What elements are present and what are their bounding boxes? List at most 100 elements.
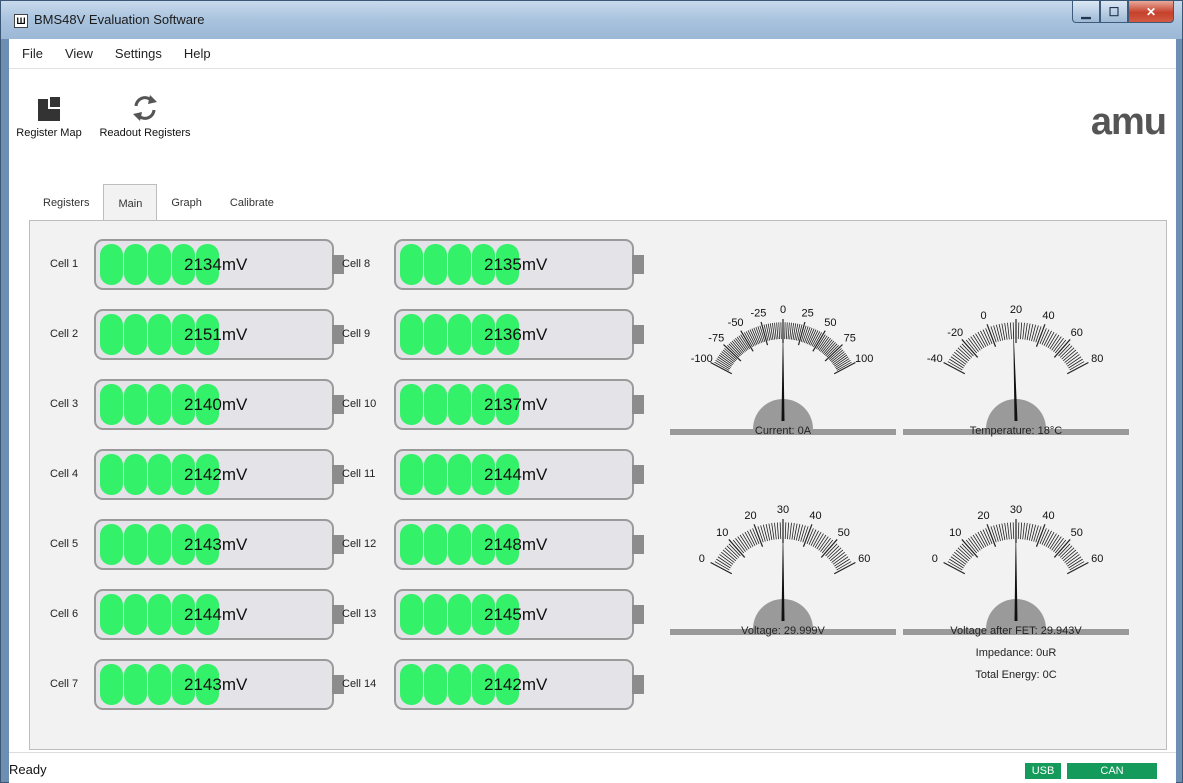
battery-gauge: 2145mV (394, 589, 634, 640)
menu-bar: File View Settings Help (9, 39, 1176, 69)
status-bar: Ready USB CAN (9, 752, 1176, 783)
battery-gauge: 2144mV (394, 449, 634, 500)
gauge-tick (728, 539, 746, 558)
charge-segment (100, 314, 123, 355)
gauge-tick-label: -20 (947, 327, 963, 339)
tab-graph[interactable]: Graph (157, 184, 216, 220)
register-map-button[interactable]: Register Map (11, 89, 87, 139)
charge-segment (400, 594, 423, 635)
cell-voltage: 2134mV (184, 255, 248, 274)
voltage-fet-caption: Voltage after FET: 29.943V (950, 625, 1082, 637)
charge-segment (400, 244, 423, 285)
cell-label: Cell 1 (50, 258, 79, 270)
gauge-tick-label: -100 (691, 353, 713, 365)
charge-segment (448, 454, 471, 495)
gauge-tick (774, 522, 777, 540)
cell-label: Cell 7 (50, 678, 79, 690)
gauge-needle (781, 521, 785, 622)
cell-label: Cell 6 (50, 608, 79, 620)
gauge-tick (1017, 522, 1020, 540)
gauge-tick (776, 522, 779, 540)
minimize-button[interactable]: ▁ (1072, 1, 1100, 23)
cell-row: Cell 10 2137mV (342, 379, 644, 430)
gauge-tick (1020, 322, 1023, 340)
gauge-tick (784, 522, 787, 540)
gauge-tick (1053, 339, 1071, 358)
menu-help[interactable]: Help (173, 46, 222, 61)
gauge-panel: -100-75-50-25 0 255075100 -40-200 20 40608001… (670, 304, 1129, 635)
ams-logo: amu (1090, 101, 1167, 143)
cell-label: Cell 3 (50, 398, 79, 410)
charge-segment (148, 524, 171, 565)
register-map-label: Register Map (16, 127, 82, 139)
gauge-tick-label: 40 (1042, 510, 1054, 522)
charge-segment (124, 454, 147, 495)
gauge-tick (791, 523, 795, 540)
readout-registers-button[interactable]: Readout Registers (89, 89, 201, 139)
gauge-tick (779, 522, 782, 540)
maximize-button[interactable]: ☐ (1100, 1, 1128, 23)
cell-voltage: 2142mV (484, 675, 548, 694)
cell-label: Cell 4 (50, 468, 79, 480)
charge-segment (448, 594, 471, 635)
gauge-tick-label: -75 (708, 333, 724, 345)
app-icon: Ш (14, 14, 28, 28)
gauge-tick (765, 324, 771, 341)
cell-row: Cell 7 2143mV (50, 659, 350, 710)
cell-row: Cell 4 2142mV (50, 449, 350, 500)
tab-main[interactable]: Main (103, 184, 158, 221)
gauge-tick-label: 75 (844, 333, 856, 345)
gauge-tick-label: 0 (699, 553, 705, 565)
gauge-tick (787, 322, 790, 340)
battery-terminal (632, 535, 644, 554)
can-indicator: CAN (1067, 763, 1157, 779)
menu-settings[interactable]: Settings (104, 46, 173, 61)
title-bar[interactable]: Ш BMS48V Evaluation Software ▁ ☐ ✕ (1, 1, 1182, 39)
charge-segment (448, 524, 471, 565)
close-button[interactable]: ✕ (1128, 1, 1174, 23)
cell-voltage: 2140mV (184, 395, 248, 414)
cell-label: Cell 8 (342, 258, 371, 270)
charge-segment (124, 314, 147, 355)
gauge-tick (771, 523, 775, 540)
gauge-tick-label: 40 (1042, 310, 1054, 322)
current-caption: Current: 0A (754, 425, 812, 437)
tab-registers[interactable]: Registers (29, 184, 103, 220)
charge-segment (400, 454, 423, 495)
charge-segment (124, 524, 147, 565)
menu-view[interactable]: View (54, 46, 104, 61)
gauge-tick-label: 50 (838, 527, 850, 539)
cell-voltage: 2151mV (184, 325, 248, 344)
menu-file[interactable]: File (11, 46, 54, 61)
battery-gauge: 2142mV (94, 449, 334, 500)
impedance-label: Impedance: 0uR (975, 647, 1057, 659)
cell-label: Cell 11 (342, 468, 376, 480)
gauge-tick (789, 522, 792, 540)
gauge-tick-label: 10 (949, 527, 961, 539)
gauge-tick (1007, 522, 1010, 540)
charge-segment (100, 594, 123, 635)
charge-segment (424, 454, 447, 495)
gauge-tick (1009, 522, 1012, 540)
gauge-tick (776, 322, 779, 340)
gauge-tick-label: 20 (977, 510, 989, 522)
gauge-tick (1024, 323, 1028, 340)
charge-segment (448, 314, 471, 355)
battery-gauge: 2136mV (394, 309, 634, 360)
charge-segment (148, 244, 171, 285)
gauge-tick (1022, 522, 1025, 540)
charge-segment (424, 314, 447, 355)
gauge-tick-label: 0 (980, 310, 986, 322)
gauge-tick-label: 60 (1091, 553, 1103, 565)
cell-row: Cell 2 2151mV (50, 309, 350, 360)
gauge-tick-label: 50 (1071, 527, 1083, 539)
battery-terminal (632, 395, 644, 414)
charge-segment (448, 664, 471, 705)
battery-terminal (632, 675, 644, 694)
gauge-tick (1012, 522, 1015, 540)
battery-terminal (632, 255, 644, 274)
gauge-tick (1009, 322, 1012, 340)
client-area: File View Settings Help Register Map Rea… (9, 39, 1176, 783)
tab-calibrate[interactable]: Calibrate (216, 184, 288, 220)
gauge-tick (1053, 539, 1071, 558)
